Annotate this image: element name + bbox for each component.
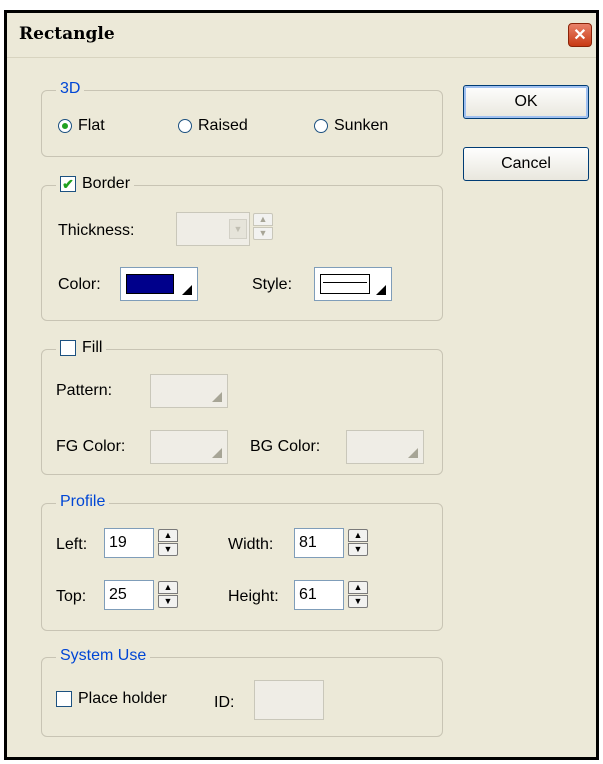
fill-checkbox[interactable] [60,340,76,356]
dropdown-triangle-icon [212,448,222,458]
border-legend[interactable]: ✔ Border [56,175,135,193]
radio-raised-circle [178,119,192,133]
thickness-label: Thickness: [58,222,135,239]
placeholder-label: Place holder [78,690,167,707]
spin-down-icon[interactable]: ▼ [348,543,368,556]
pattern-label: Pattern: [56,382,113,399]
color-label: Color: [58,276,101,293]
cancel-button[interactable]: Cancel [463,147,589,181]
style-swatch [320,274,370,294]
border-checkbox[interactable]: ✔ [60,176,76,192]
pattern-button[interactable] [150,374,228,408]
radio-sunken[interactable]: Sunken [314,117,388,135]
spin-up-icon[interactable]: ▲ [253,213,273,226]
left-spinner[interactable]: ▲ ▼ [158,528,180,558]
left-input[interactable]: 19 [104,528,154,558]
chevron-down-icon: ▼ [229,219,247,239]
radio-flat-label: Flat [78,117,105,134]
fg-color-label: FG Color: [56,438,126,455]
radio-flat-circle [58,119,72,133]
top-input[interactable]: 25 [104,580,154,610]
dropdown-triangle-icon [376,285,386,295]
id-field[interactable] [254,680,324,720]
title-bar: Rectangle ✕ [7,13,596,58]
dropdown-triangle-icon [182,285,192,295]
spin-up-icon[interactable]: ▲ [158,529,178,542]
spin-up-icon[interactable]: ▲ [348,529,368,542]
spin-down-icon[interactable]: ▼ [158,543,178,556]
top-spinner[interactable]: ▲ ▼ [158,580,180,610]
thickness-dropdown[interactable]: ▼ [176,212,250,246]
border-style-button[interactable] [314,267,392,301]
close-icon: ✕ [573,27,587,44]
width-input[interactable]: 81 [294,528,344,558]
ok-button-label: OK [514,93,538,110]
group-3d: 3D Flat Raised Sunken [41,80,443,157]
cancel-button-label: Cancel [501,155,551,172]
fill-legend[interactable]: Fill [56,339,107,357]
dropdown-triangle-icon [212,392,222,402]
checkmark-icon: ✔ [62,176,74,192]
border-color-button[interactable] [120,267,198,301]
thickness-spinner[interactable]: ▲ ▼ [253,212,275,242]
radio-raised[interactable]: Raised [178,117,248,135]
group-fill: Fill Pattern: FG Color: BG Color: [41,339,443,475]
group-profile: Profile Left: 19 ▲ ▼ Width: 81 ▲ ▼ Top: … [41,493,443,631]
fg-color-button[interactable] [150,430,228,464]
rectangle-dialog: Rectangle ✕ OK Cancel 3D Flat Raised Sun… [4,10,599,760]
style-line [323,282,367,283]
spin-down-icon[interactable]: ▼ [348,595,368,608]
height-spinner[interactable]: ▲ ▼ [348,580,370,610]
system-use-legend: System Use [56,647,151,665]
placeholder-checkbox-row[interactable]: Place holder [56,690,167,708]
top-label: Top: [56,588,87,605]
placeholder-checkbox[interactable] [56,691,72,707]
radio-selected-dot [62,123,68,129]
height-label: Height: [228,588,279,605]
close-button[interactable]: ✕ [568,23,592,47]
spin-up-icon[interactable]: ▲ [158,581,178,594]
ok-button[interactable]: OK [463,85,589,119]
group-system-use: System Use Place holder ID: [41,647,443,737]
bg-color-button[interactable] [346,430,424,464]
width-spinner[interactable]: ▲ ▼ [348,528,370,558]
dropdown-triangle-icon [408,448,418,458]
bg-color-label: BG Color: [250,438,321,455]
fill-label: Fill [82,339,103,356]
dialog-title: Rectangle [19,24,115,44]
height-input[interactable]: 61 [294,580,344,610]
radio-sunken-label: Sunken [334,117,389,134]
group-3d-legend: 3D [56,80,85,98]
radio-flat[interactable]: Flat [58,117,105,135]
radio-raised-label: Raised [198,117,248,134]
profile-legend: Profile [56,493,110,511]
spin-down-icon[interactable]: ▼ [158,595,178,608]
style-label: Style: [252,276,293,293]
spin-up-icon[interactable]: ▲ [348,581,368,594]
id-label: ID: [214,694,235,711]
group-border: ✔ Border Thickness: ▼ ▲ ▼ Color: Style: [41,175,443,321]
left-label: Left: [56,536,88,553]
width-label: Width: [228,536,274,553]
border-label: Border [82,175,131,192]
spin-down-icon[interactable]: ▼ [253,227,273,240]
radio-sunken-circle [314,119,328,133]
color-swatch [126,274,174,294]
